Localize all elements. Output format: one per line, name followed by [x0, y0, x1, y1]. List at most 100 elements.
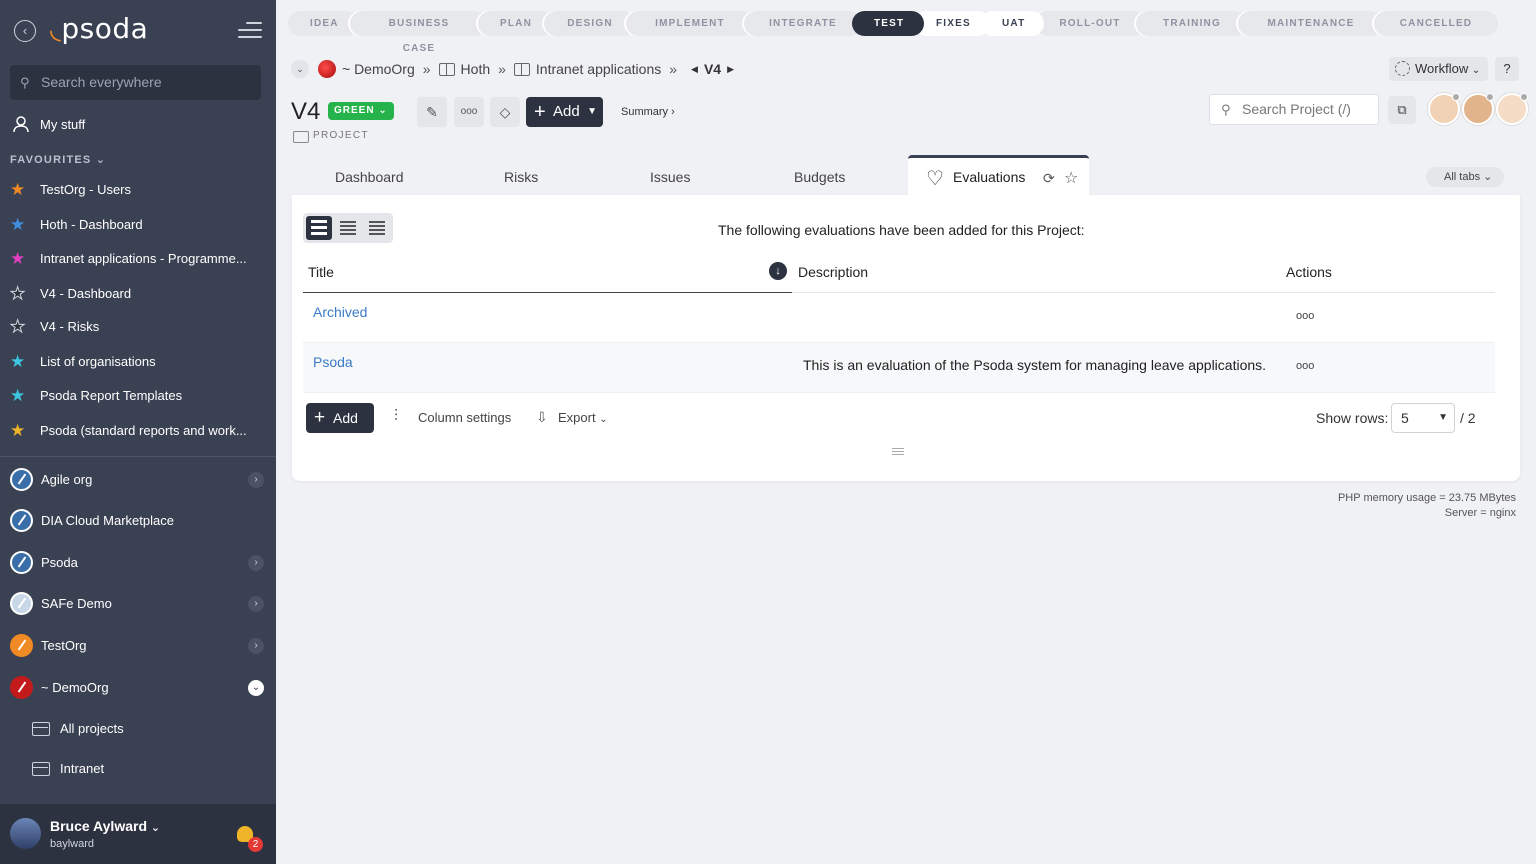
column-settings-button[interactable]: ⫶ Column settings: [394, 408, 511, 425]
breadcrumb-intranet-applications[interactable]: Intranet applications: [536, 57, 661, 81]
favourite-item[interactable]: ★ List of organisations: [10, 351, 250, 373]
star-icon: ★: [10, 284, 26, 304]
chevron-right-icon[interactable]: ›: [248, 596, 264, 612]
org-item-safe-demo[interactable]: SAFe Demo ›: [10, 591, 266, 617]
phase-test[interactable]: TEST: [852, 11, 924, 36]
chevron-down-icon: ⌄: [1471, 65, 1481, 76]
search-everywhere-input[interactable]: ⚲ Search everywhere: [10, 65, 261, 100]
add-evaluation-label: Add: [333, 410, 358, 426]
page-title: V4: [291, 98, 321, 125]
row-actions-button[interactable]: ooo: [1296, 360, 1314, 372]
resize-handle-icon[interactable]: [892, 448, 904, 457]
favourite-item[interactable]: ★ Hoth - Dashboard: [10, 214, 250, 236]
evaluation-title-link[interactable]: Archived: [313, 304, 367, 320]
column-title[interactable]: Title: [308, 264, 334, 280]
breadcrumb-separator: »: [669, 61, 678, 77]
tab-risks[interactable]: Risks: [504, 169, 538, 185]
search-project-input[interactable]: ⚲ Search Project (/): [1209, 94, 1379, 125]
workflow-button[interactable]: Workflow ⌄: [1389, 57, 1489, 81]
favourite-item[interactable]: ★ Psoda Report Templates: [10, 385, 250, 407]
all-tabs-button[interactable]: All tabs ⌄: [1426, 167, 1505, 187]
chevron-right-icon[interactable]: ›: [248, 638, 264, 654]
add-button[interactable]: + Add ▼: [526, 97, 603, 127]
evaluation-title-link[interactable]: Psoda: [313, 354, 353, 370]
edit-button[interactable]: ✎: [417, 97, 447, 127]
phase-training[interactable]: TRAINING: [1136, 11, 1248, 36]
view-compact-button[interactable]: [335, 216, 361, 240]
refresh-icon[interactable]: ⟳: [1043, 170, 1055, 187]
phase-fixes[interactable]: FIXES: [914, 11, 990, 36]
tab-dashboard[interactable]: Dashboard: [335, 169, 404, 185]
org-item-agile-org[interactable]: Agile org ›: [10, 467, 266, 493]
sub-item-intranet[interactable]: Intranet: [32, 758, 104, 780]
phase-implement[interactable]: IMPLEMENT: [626, 11, 754, 36]
my-stuff-link[interactable]: My stuff: [10, 113, 85, 137]
chevron-down-icon: ⌄: [599, 414, 608, 425]
phase-plan[interactable]: PLAN: [478, 11, 554, 36]
phase-business-case[interactable]: BUSINESS CASE: [350, 11, 488, 54]
favourite-label: V4 - Risks: [40, 319, 100, 334]
chevron-right-icon[interactable]: ›: [248, 555, 264, 571]
breadcrumb-dropdown-icon[interactable]: ⌄: [291, 60, 309, 78]
favourite-item[interactable]: ★ Psoda (standard reports and work...: [10, 420, 250, 442]
related-items-button[interactable]: ⧉: [1388, 96, 1416, 124]
star-icon: ★: [10, 215, 26, 234]
view-normal-button[interactable]: [306, 216, 332, 240]
favourites-heading[interactable]: FAVOURITES ⌄: [10, 153, 106, 166]
favourite-label: Psoda Report Templates: [40, 388, 183, 403]
chevron-down-icon[interactable]: ▼: [587, 97, 597, 127]
phase-maintenance[interactable]: MAINTENANCE: [1238, 11, 1384, 36]
tab-evaluations[interactable]: ♡ Evaluations ⟳ ☆: [908, 155, 1089, 195]
chevron-down-icon: ▼: [1438, 412, 1448, 423]
tab-issues[interactable]: Issues: [650, 169, 690, 185]
breadcrumb-separator: »: [422, 61, 431, 77]
team-avatar[interactable]: [1462, 93, 1494, 125]
tab-budgets[interactable]: Budgets: [794, 169, 845, 185]
summary-link[interactable]: Summary ›: [621, 106, 675, 118]
item-type-label: PROJECT: [293, 130, 369, 143]
breadcrumb-hoth[interactable]: Hoth: [461, 57, 491, 81]
breadcrumb-org[interactable]: ~ DemoOrg: [342, 57, 415, 81]
status-badge[interactable]: GREEN ⌄: [328, 102, 394, 120]
org-item-dia-cloud-marketplace[interactable]: DIA Cloud Marketplace: [10, 508, 266, 534]
view-dense-button[interactable]: [364, 216, 390, 240]
favourite-star-icon[interactable]: ☆: [1064, 168, 1078, 188]
favourite-item[interactable]: ★ Intranet applications - Programme...: [10, 248, 250, 270]
phase-cancelled[interactable]: CANCELLED: [1374, 11, 1498, 36]
briefcase-icon: [32, 762, 50, 776]
tag-button[interactable]: ◇: [490, 97, 520, 127]
phase-roll-out[interactable]: ROLL-OUT: [1034, 11, 1146, 36]
org-item-testorg[interactable]: TestOrg ›: [10, 633, 266, 659]
sort-descending-icon[interactable]: ↓: [769, 262, 787, 280]
previous-project-icon[interactable]: ◀: [691, 57, 698, 81]
more-options-button[interactable]: ooo: [454, 97, 484, 127]
show-rows-select[interactable]: 5 ▼: [1391, 403, 1455, 433]
evaluations-panel: The following evaluations have been adde…: [292, 195, 1520, 481]
tab-bar: Dashboard Risks Issues Budgets ♡ Evaluat…: [292, 155, 1522, 195]
back-icon[interactable]: ‹: [14, 20, 36, 42]
org-item-psoda[interactable]: Psoda ›: [10, 550, 266, 576]
column-description[interactable]: Description: [798, 264, 868, 280]
favourite-item[interactable]: ★ TestOrg - Users: [10, 179, 250, 201]
phase-integrate[interactable]: INTEGRATE: [744, 11, 862, 36]
phase-design[interactable]: DESIGN: [544, 11, 636, 36]
favourite-item[interactable]: ★ V4 - Risks: [10, 316, 250, 338]
chevron-right-icon[interactable]: ›: [248, 472, 264, 488]
help-button[interactable]: ?: [1495, 57, 1519, 81]
team-avatar[interactable]: [1428, 93, 1460, 125]
add-evaluation-button[interactable]: + Add: [306, 403, 374, 433]
row-actions-button[interactable]: ooo: [1296, 310, 1314, 322]
team-avatar[interactable]: [1496, 93, 1528, 125]
favourite-item[interactable]: ★ V4 - Dashboard: [10, 283, 250, 305]
psoda-logo[interactable]: ◟psoda: [50, 12, 148, 45]
favourite-label: V4 - Dashboard: [40, 286, 132, 301]
main-area: IDEA BUSINESS CASE PLAN DESIGN IMPLEMENT…: [276, 0, 1536, 864]
chevron-down-icon[interactable]: ⌄: [248, 680, 264, 696]
org-item-demoorg[interactable]: ~ DemoOrg ⌄: [10, 675, 266, 701]
sub-item-all-projects[interactable]: All projects: [32, 718, 124, 740]
collapse-sidebar-icon[interactable]: [238, 22, 262, 40]
user-panel[interactable]: Bruce Aylward ⌄ baylward 2: [0, 804, 276, 864]
phase-uat[interactable]: UAT: [980, 11, 1044, 36]
next-project-icon[interactable]: ▶: [727, 57, 734, 81]
export-button[interactable]: ⇩ Export ⌄: [536, 409, 608, 425]
